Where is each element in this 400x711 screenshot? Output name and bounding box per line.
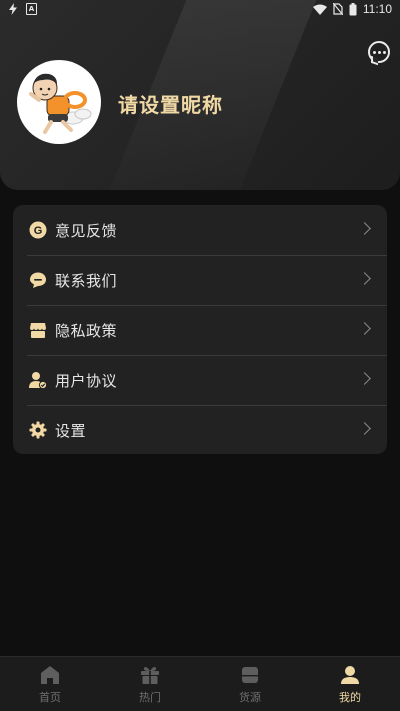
menu-item-feedback[interactable]: G 意见反馈 (13, 205, 387, 255)
tab-label: 首页 (39, 690, 61, 704)
menu-item-privacy[interactable]: 隐私政策 (13, 305, 387, 355)
chevron-right-icon (358, 222, 371, 235)
nickname-label[interactable]: 请设置昵称 (118, 89, 223, 118)
tab-hot[interactable]: 热门 (100, 657, 200, 711)
status-time: 11:10 (362, 2, 392, 16)
user-agreement-icon (29, 371, 47, 389)
profile-icon (339, 664, 361, 686)
menu-item-contact[interactable]: 联系我们 (13, 255, 387, 305)
wifi-icon (312, 4, 327, 15)
feedback-g-icon: G (29, 221, 47, 239)
cartoon-avatar-image (29, 73, 92, 134)
profile-header: 请设置昵称 (0, 0, 400, 190)
chevron-right-icon (358, 272, 371, 285)
chevron-right-icon (358, 372, 371, 385)
chevron-right-icon (358, 422, 371, 435)
tab-supply[interactable]: 货源 (200, 657, 300, 711)
chevron-right-icon (358, 322, 371, 335)
menu-item-label: 设置 (55, 421, 87, 440)
chat-bubble-icon[interactable] (368, 41, 390, 63)
menu-item-label: 用户协议 (55, 371, 118, 390)
menu-item-label: 隐私政策 (55, 321, 118, 340)
contact-bubble-icon (29, 271, 47, 289)
menu-item-label: 意见反馈 (55, 221, 118, 240)
bag-icon (239, 664, 261, 686)
tab-label: 我的 (339, 690, 361, 704)
a-box-icon: A (26, 3, 37, 15)
gear-icon (29, 421, 47, 439)
home-icon (39, 664, 61, 686)
tab-home[interactable]: 首页 (0, 657, 100, 711)
bottom-tab-bar: 首页 热门 货源 我的 (0, 656, 400, 711)
settings-menu: G 意见反馈 联系我们 隐私政策 用户协议 设置 (13, 205, 387, 454)
tab-label: 货源 (239, 690, 261, 704)
privacy-store-icon (29, 321, 47, 339)
menu-item-label: 联系我们 (55, 271, 118, 290)
avatar[interactable] (17, 60, 101, 144)
gift-icon (139, 664, 161, 686)
battery-icon (349, 2, 357, 15)
status-bar: A 11:10 (0, 0, 400, 18)
flash-icon (9, 3, 17, 15)
no-sim-icon (332, 3, 343, 15)
tab-mine[interactable]: 我的 (300, 657, 400, 711)
svg-text:G: G (34, 225, 43, 237)
tab-label: 热门 (139, 690, 161, 704)
profile-screen: 请设置昵称 A 11:10 G 意见反馈 联系我们 隐私政策 用户协议 设置 首… (0, 0, 400, 711)
menu-item-user-agreement[interactable]: 用户协议 (13, 355, 387, 405)
menu-item-settings[interactable]: 设置 (13, 405, 387, 454)
